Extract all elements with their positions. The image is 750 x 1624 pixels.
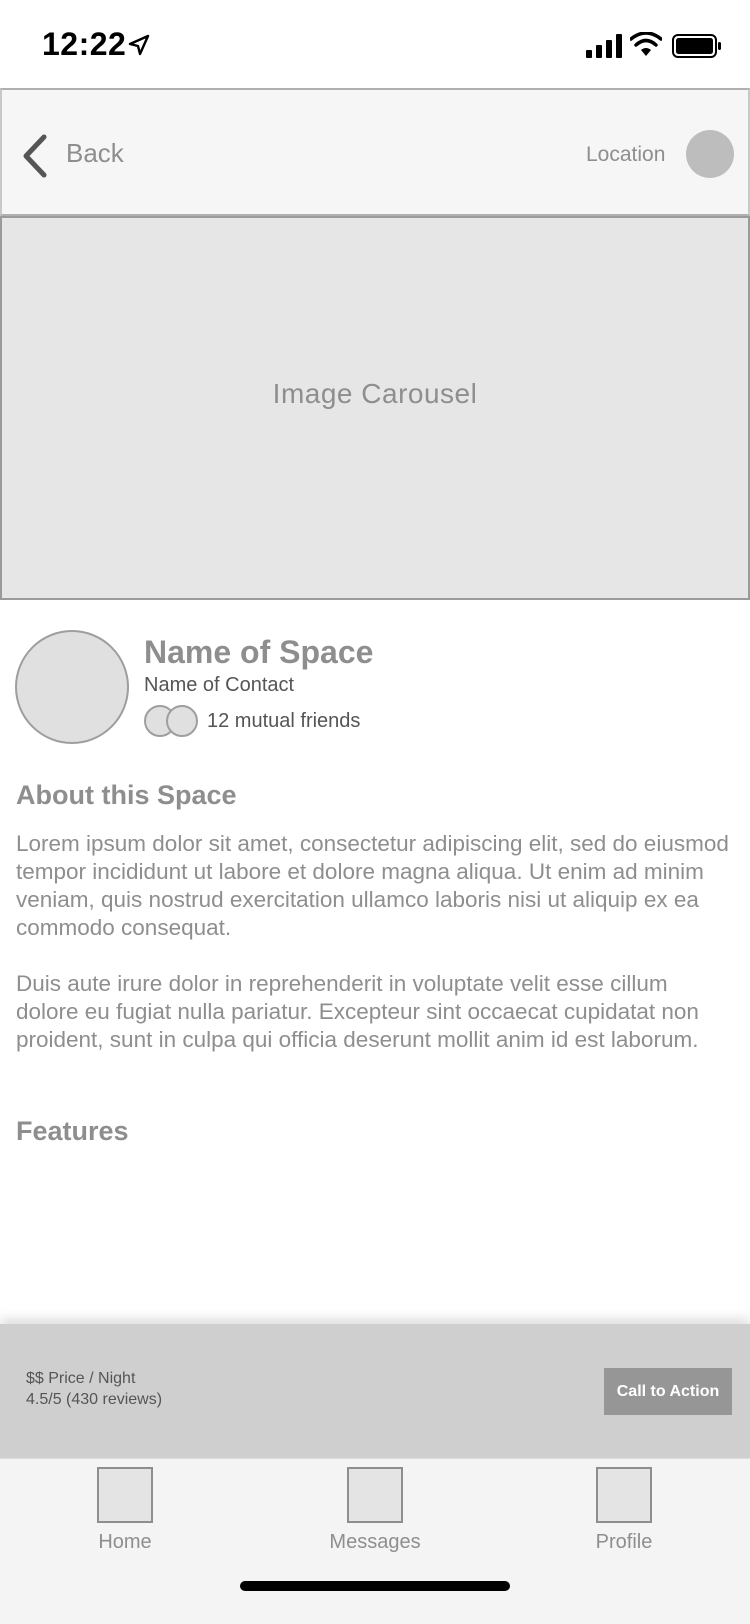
tab-bar: Home Messages Profile <box>0 1458 750 1624</box>
call-to-action-button[interactable]: Call to Action <box>604 1368 732 1415</box>
back-button[interactable]: Back <box>66 138 124 169</box>
rating-label: 4.5/5 (430 reviews) <box>26 1391 163 1408</box>
tab-profile[interactable]: Profile <box>554 1467 694 1554</box>
booking-bar: $$ Price / Night 4.5/5 (430 reviews) Cal… <box>0 1324 750 1458</box>
status-bar: 12:22 <box>0 0 750 88</box>
about-paragraph: Lorem ipsum dolor sit amet, consectetur … <box>16 831 729 940</box>
features-section-title: Features <box>16 1116 129 1146</box>
price-label: $$ Price / Night <box>26 1370 136 1387</box>
messages-icon <box>347 1467 403 1523</box>
about-paragraph: Duis aute irure dolor in reprehenderit i… <box>16 971 699 1052</box>
image-carousel[interactable]: Image Carousel <box>0 216 750 600</box>
home-indicator[interactable] <box>240 1581 510 1591</box>
mutual-friend-avatar <box>166 705 198 737</box>
mutual-friends-label[interactable]: 12 mutual friends <box>207 710 360 733</box>
tab-label: Home <box>98 1531 152 1553</box>
cellular-signal-icon <box>586 34 622 58</box>
host-avatar[interactable] <box>15 630 129 744</box>
battery-icon <box>672 34 721 58</box>
contact-name[interactable]: Name of Contact <box>144 674 294 697</box>
wifi-icon <box>630 32 662 56</box>
status-time: 12:22 <box>42 26 127 62</box>
location-avatar[interactable] <box>686 130 734 178</box>
back-chevron-icon[interactable] <box>20 134 50 178</box>
location-arrow-icon <box>128 34 150 56</box>
profile-icon <box>596 1467 652 1523</box>
space-name: Name of Space <box>144 634 374 670</box>
tab-messages[interactable]: Messages <box>305 1467 445 1554</box>
home-icon <box>97 1467 153 1523</box>
nav-header: Back Location <box>0 88 750 216</box>
tab-label: Profile <box>595 1531 653 1553</box>
carousel-label: Image Carousel <box>272 378 478 409</box>
about-section-title: About this Space <box>16 780 237 810</box>
tab-home[interactable]: Home <box>55 1467 195 1554</box>
tab-label: Messages <box>329 1531 421 1553</box>
location-label[interactable]: Location <box>586 143 665 167</box>
